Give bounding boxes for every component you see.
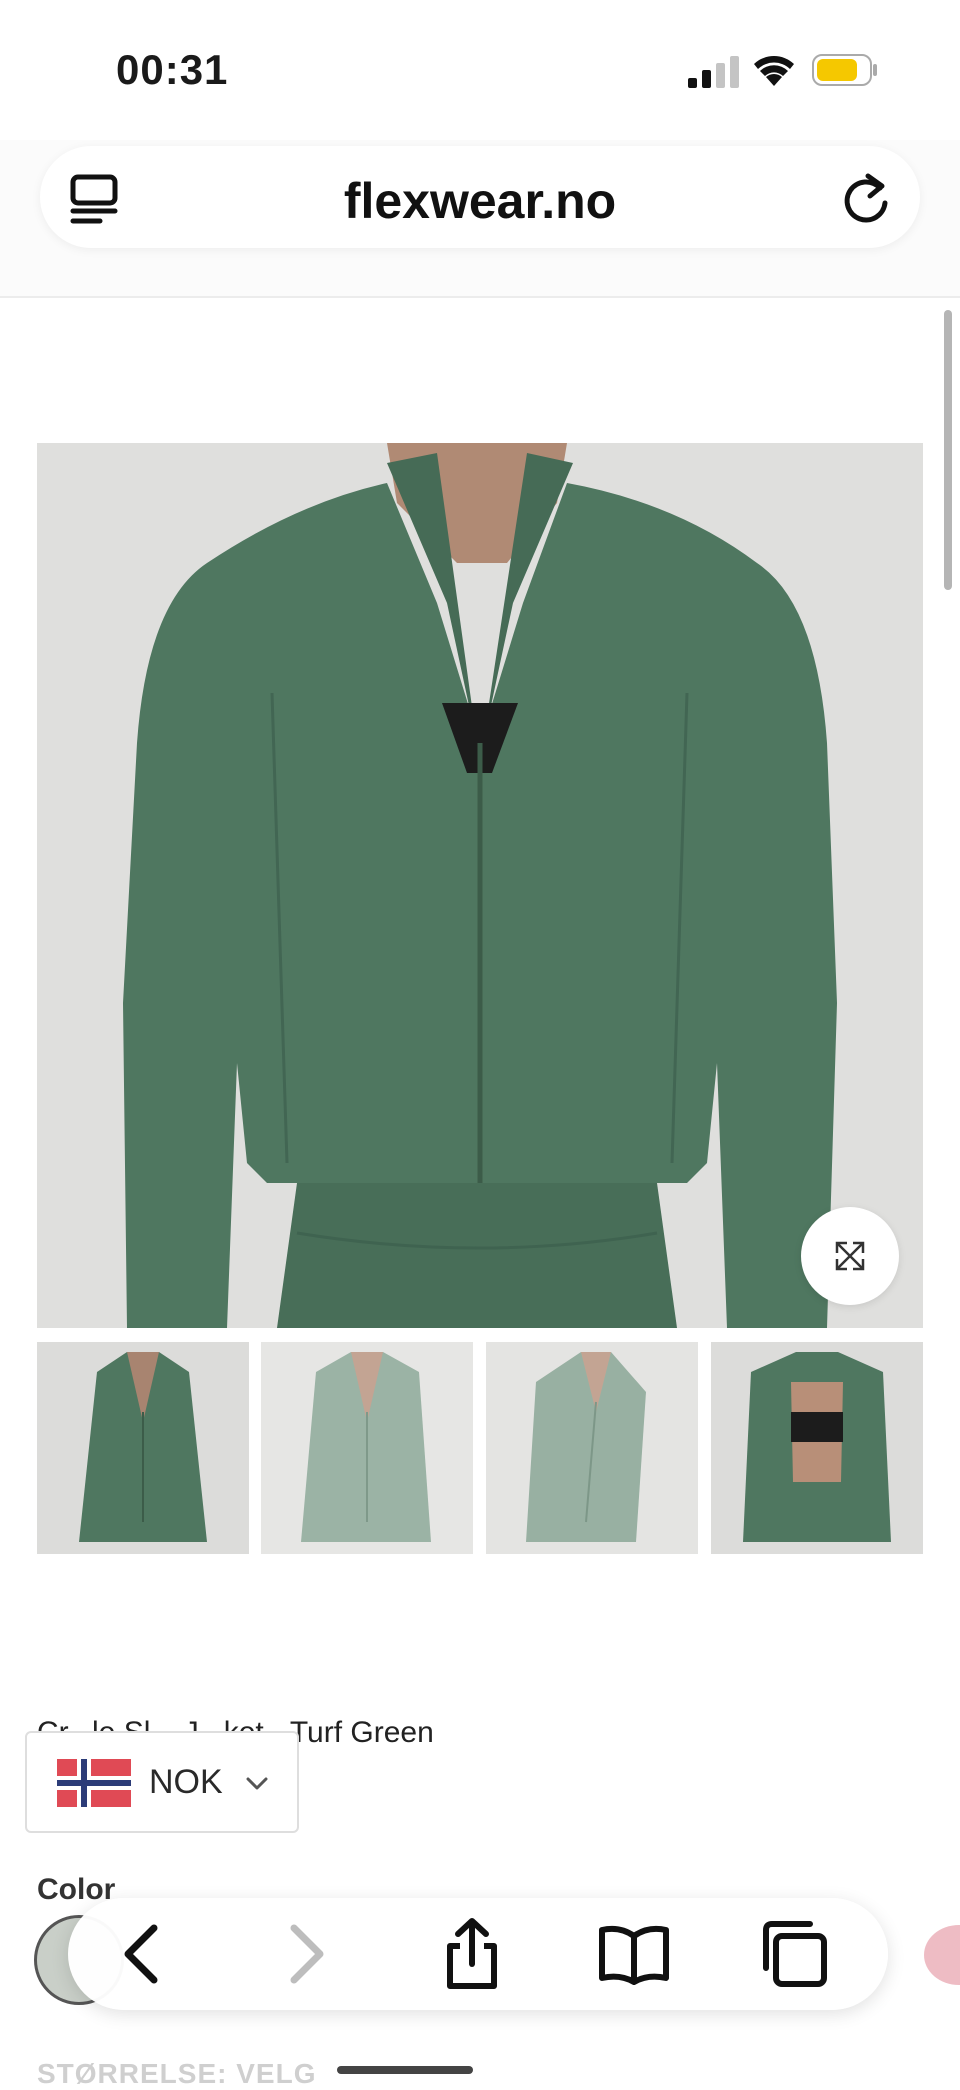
color-swatch-pink[interactable] [924,1925,960,1985]
signal-icon [688,56,739,88]
forward-icon[interactable] [268,1918,340,1990]
thumbnail-image [486,1342,698,1554]
browser-toolbar [68,1898,888,2010]
tabs-icon[interactable] [758,1918,830,1990]
address-bar[interactable]: flexwear.no [40,146,920,248]
home-indicator [337,2066,473,2074]
product-thumbnail-1[interactable] [37,1342,249,1554]
battery-icon [812,54,877,86]
chevron-down-icon [246,1777,268,1790]
jacket-photo [37,443,923,1328]
product-thumbnail-3[interactable] [486,1342,698,1554]
share-icon[interactable] [436,1918,508,1990]
page-scrollbar[interactable] [944,310,952,590]
product-thumbnail-2[interactable] [261,1342,473,1554]
status-bar: 00:31 [0,0,960,140]
bookmarks-icon[interactable] [598,1918,670,1990]
thumbnail-image [261,1342,473,1554]
back-icon[interactable] [108,1918,180,1990]
product-thumbnail-4[interactable] [711,1342,923,1554]
expand-image-button[interactable] [801,1207,899,1305]
reload-icon[interactable] [840,170,892,226]
expand-icon [835,1241,865,1271]
url-text[interactable]: flexwear.no [40,172,920,230]
thumbnail-image [37,1342,249,1554]
product-main-image[interactable] [37,443,923,1328]
size-option-label: STØRRELSE: VELG [37,2058,317,2089]
norway-flag-icon [57,1759,131,1807]
status-time: 00:31 [116,46,229,93]
browser-address-area: flexwear.no [0,140,960,298]
currency-label: NOK [149,1763,223,1801]
wifi-icon [754,56,794,86]
thumbnail-image [711,1342,923,1554]
currency-selector[interactable]: NOK [25,1731,299,1833]
